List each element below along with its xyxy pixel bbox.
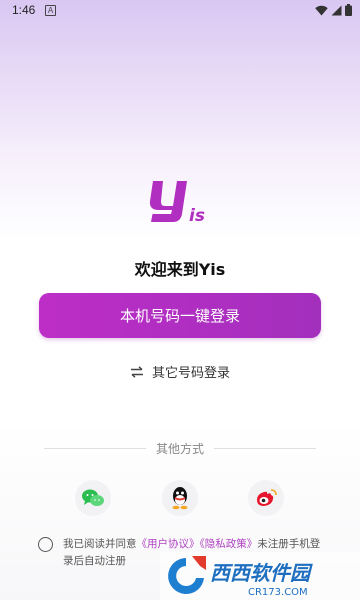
wechat-icon — [82, 489, 104, 506]
wechat-login-button[interactable] — [75, 480, 111, 516]
qq-login-button[interactable] — [162, 480, 198, 516]
notification-icon: A — [45, 5, 56, 16]
qq-icon — [172, 487, 188, 510]
app-logo: is — [149, 181, 205, 224]
weibo-icon — [257, 489, 277, 506]
battery-icon — [345, 4, 352, 16]
privacy-policy-link[interactable]: 《隐私政策》 — [200, 538, 258, 550]
divider-line-left — [44, 448, 146, 449]
agreement-checkbox[interactable] — [38, 537, 53, 552]
weibo-login-button[interactable] — [248, 480, 284, 516]
one-click-login-label: 本机号码一键登录 — [119, 307, 240, 325]
svg-text:is: is — [189, 206, 205, 224]
status-time: 1:46 — [12, 3, 36, 17]
status-bar: 1:46 A — [0, 0, 360, 22]
swap-icon — [130, 365, 143, 378]
user-agreement-link[interactable]: 《用户协议》 — [137, 538, 200, 550]
watermark-url: CR173.COM — [248, 587, 308, 598]
alt-methods-divider: 其他方式 — [44, 440, 317, 457]
watermark-brand: 西西软件园 — [210, 561, 313, 585]
other-number-login-label: 其它号码登录 — [151, 366, 230, 381]
alt-methods-label: 其他方式 — [156, 442, 205, 456]
other-number-login-link[interactable]: 其它号码登录 — [0, 362, 360, 381]
agreement-prefix: 我已阅读并同意 — [63, 538, 137, 550]
system-icons — [315, 4, 352, 16]
one-click-login-button[interactable]: 本机号码一键登录 — [39, 293, 321, 338]
watermark-logo: 西西软件园 CR173.COM — [160, 552, 360, 600]
wifi-icon — [315, 5, 328, 15]
signal-icon — [331, 5, 342, 15]
divider-line-right — [214, 448, 317, 449]
welcome-title: 欢迎来到Yis — [134, 260, 226, 279]
